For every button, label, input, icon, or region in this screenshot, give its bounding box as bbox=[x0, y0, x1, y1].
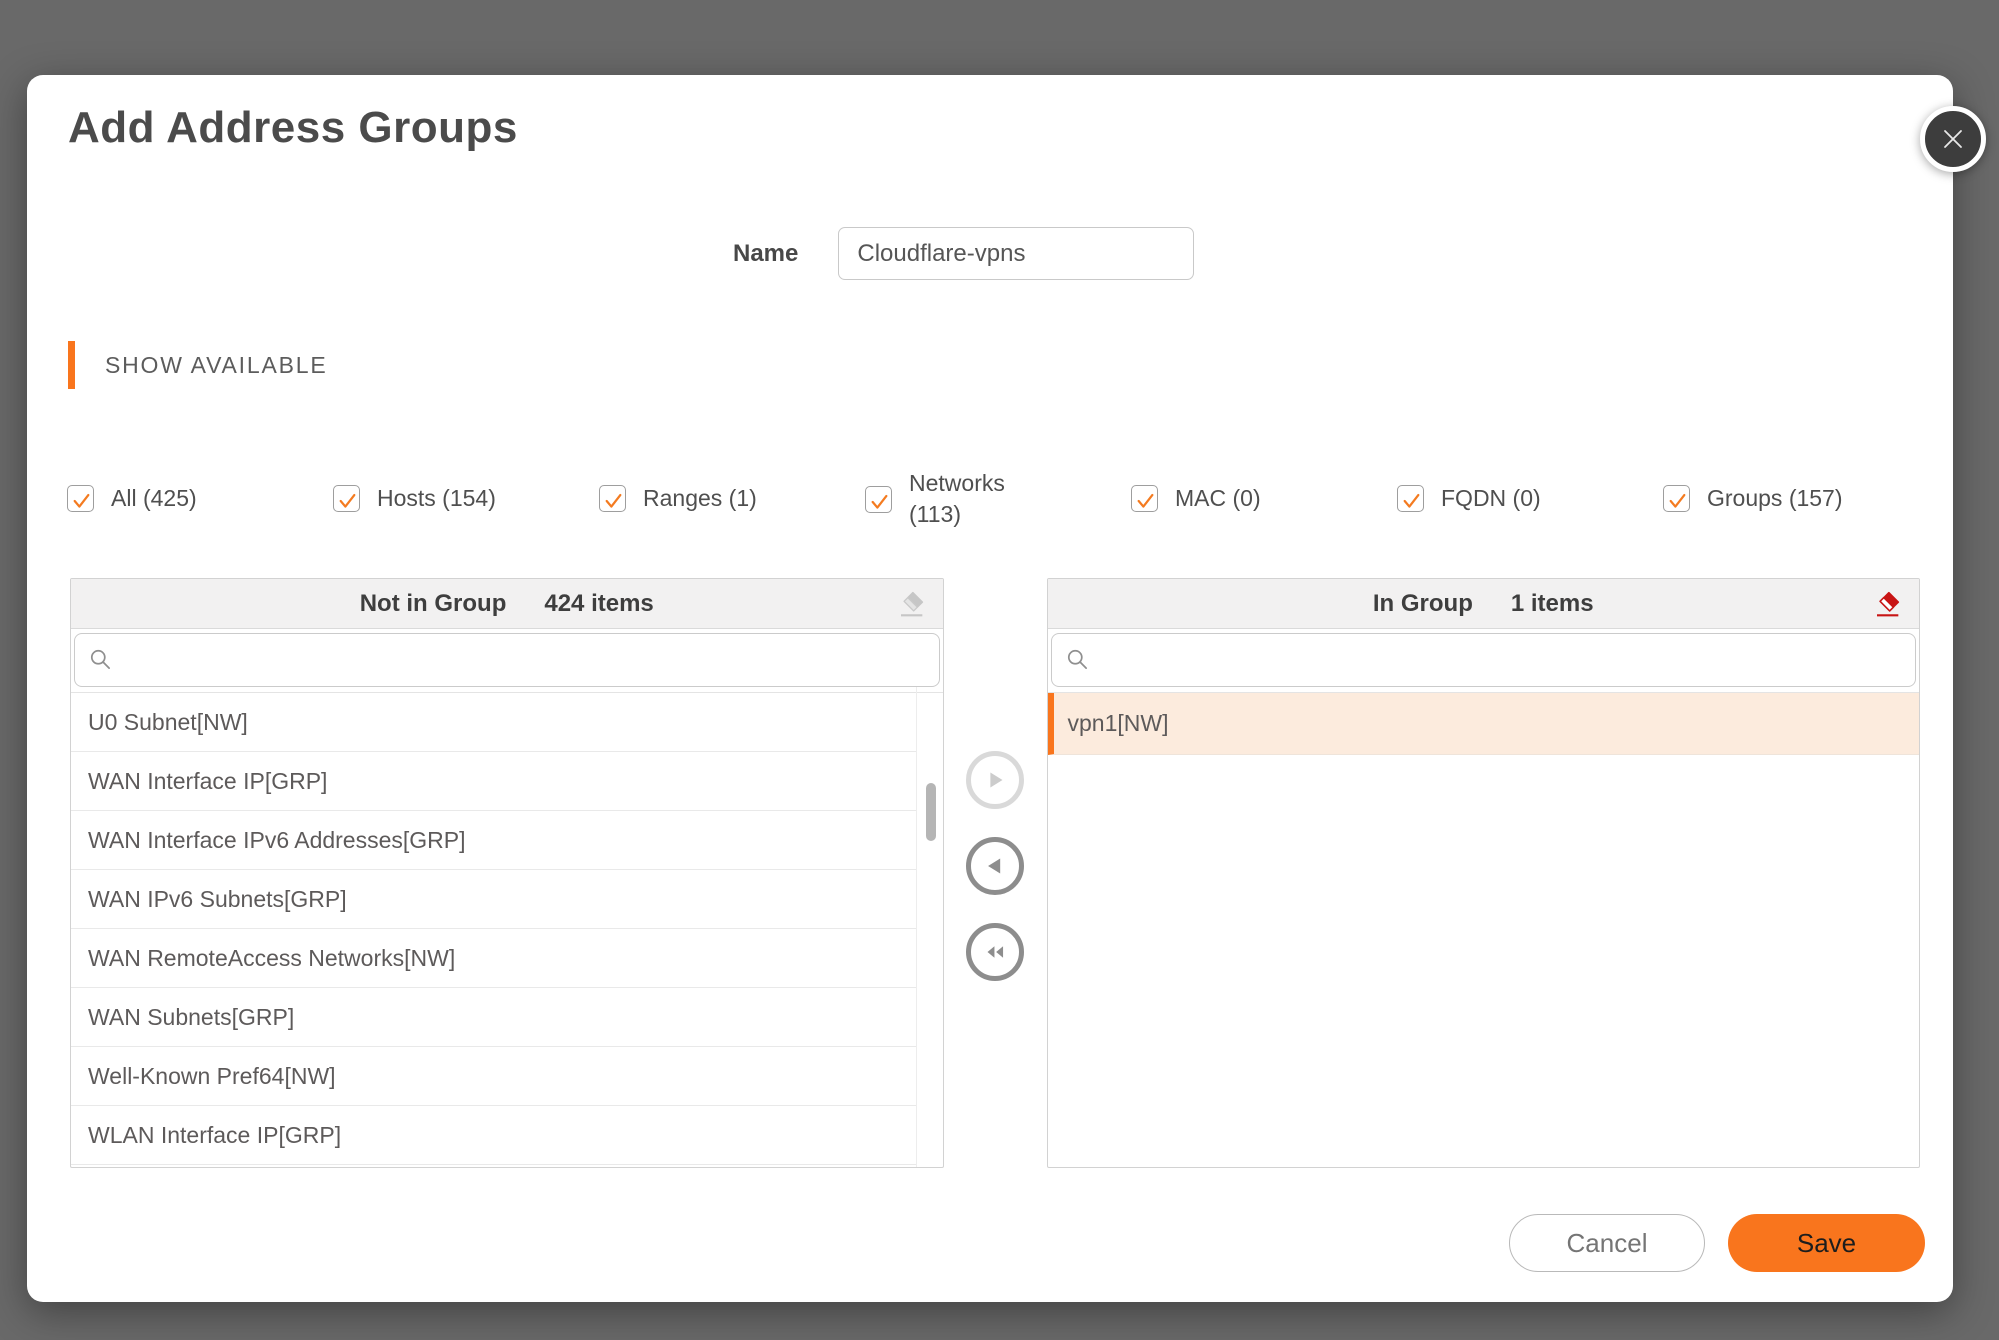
filter-label: FQDN (0) bbox=[1441, 483, 1541, 514]
panel-title: In Group bbox=[1373, 590, 1473, 618]
filter-fqdn[interactable]: FQDN (0) bbox=[1397, 483, 1663, 514]
scrollbar-thumb[interactable] bbox=[926, 783, 936, 841]
section-title: SHOW AVAILABLE bbox=[105, 352, 327, 379]
list-item[interactable]: WAN RemoteAccess Networks[NW] bbox=[71, 929, 917, 988]
list-item[interactable]: U0 Subnet[NW] bbox=[71, 693, 917, 752]
list-item[interactable]: WAN IPv6 Subnets[GRP] bbox=[71, 870, 917, 929]
close-button[interactable] bbox=[1920, 106, 1986, 172]
panel-title: Not in Group bbox=[360, 590, 507, 618]
filter-groups[interactable]: Groups (157) bbox=[1663, 483, 1929, 514]
name-label: Name bbox=[733, 240, 798, 268]
not-in-group-header: Not in Group 424 items bbox=[71, 579, 943, 629]
in-group-list-wrap: vpn1[NW] bbox=[1048, 687, 1920, 1167]
filter-label: MAC (0) bbox=[1175, 483, 1261, 514]
checkbox-icon[interactable] bbox=[599, 485, 626, 512]
filter-label: Ranges (1) bbox=[643, 483, 757, 514]
double-arrow-left-icon bbox=[980, 937, 1010, 967]
eraser-icon-red[interactable] bbox=[1871, 588, 1903, 620]
cancel-button[interactable]: Cancel bbox=[1509, 1214, 1705, 1272]
move-right-button[interactable] bbox=[966, 751, 1024, 809]
filter-label: Networks (113) bbox=[909, 468, 1005, 530]
arrow-left-icon bbox=[980, 851, 1010, 881]
arrow-right-icon bbox=[980, 765, 1010, 795]
not-in-group-search-input[interactable] bbox=[124, 647, 926, 674]
in-group-header: In Group 1 items bbox=[1048, 579, 1920, 629]
checkbox-icon[interactable] bbox=[865, 486, 892, 513]
list-item[interactable]: WAN Interface IPv6 Addresses[GRP] bbox=[71, 811, 917, 870]
filter-label: Groups (157) bbox=[1707, 483, 1843, 514]
list-item[interactable]: WAN Subnets[GRP] bbox=[71, 988, 917, 1047]
dialog-footer: Cancel Save bbox=[1509, 1214, 1925, 1272]
save-button[interactable]: Save bbox=[1728, 1214, 1925, 1272]
transfer-buttons bbox=[944, 578, 1047, 1168]
modal-backdrop: Add Address Groups Name SHOW AVAILABLE A… bbox=[0, 0, 1999, 1340]
name-input[interactable] bbox=[838, 227, 1194, 280]
checkbox-icon[interactable] bbox=[67, 485, 94, 512]
filter-hosts[interactable]: Hosts (154) bbox=[333, 483, 599, 514]
checkbox-icon[interactable] bbox=[333, 485, 360, 512]
dual-list-area: Not in Group 424 items bbox=[70, 578, 1920, 1168]
in-group-searchbox bbox=[1051, 633, 1917, 687]
scrollbar-track bbox=[916, 687, 917, 1167]
close-x-icon bbox=[1940, 126, 1966, 152]
not-in-group-list-wrap: U0 Subnet[NW]WAN Interface IP[GRP]WAN In… bbox=[71, 687, 943, 1167]
filter-networks[interactable]: Networks (113) bbox=[865, 468, 1131, 530]
checkbox-icon[interactable] bbox=[1131, 485, 1158, 512]
section-accent-bar bbox=[68, 341, 75, 389]
list-item[interactable]: Well-Known Pref64[NW] bbox=[71, 1047, 917, 1106]
not-in-group-searchbox bbox=[74, 633, 940, 687]
filter-label: All (425) bbox=[111, 483, 197, 514]
name-field-row: Name bbox=[733, 227, 1194, 280]
filter-row: All (425) Hosts (154) Ranges (1) Networks (… bbox=[67, 453, 1943, 545]
checkbox-icon[interactable] bbox=[1663, 485, 1690, 512]
list-item[interactable]: vpn1[NW] bbox=[1048, 693, 1920, 755]
show-available-section: SHOW AVAILABLE bbox=[68, 341, 327, 389]
filter-label: Hosts (154) bbox=[377, 483, 496, 514]
add-address-groups-dialog: Add Address Groups Name SHOW AVAILABLE A… bbox=[27, 75, 1953, 1302]
search-icon bbox=[1065, 647, 1091, 673]
list-item[interactable]: WAN Interface IP[GRP] bbox=[71, 752, 917, 811]
dialog-title: Add Address Groups bbox=[68, 103, 518, 153]
list-item[interactable]: WLAN Interface IP[GRP] bbox=[71, 1106, 917, 1165]
in-group-list: vpn1[NW] bbox=[1048, 693, 1920, 755]
panel-count: 1 items bbox=[1511, 590, 1594, 618]
checkbox-icon[interactable] bbox=[1397, 485, 1424, 512]
not-in-group-panel: Not in Group 424 items bbox=[70, 578, 944, 1168]
move-left-button[interactable] bbox=[966, 837, 1024, 895]
filter-mac[interactable]: MAC (0) bbox=[1131, 483, 1397, 514]
panel-count: 424 items bbox=[544, 590, 653, 618]
filter-all[interactable]: All (425) bbox=[67, 483, 333, 514]
move-all-left-button[interactable] bbox=[966, 923, 1024, 981]
in-group-panel: In Group 1 items bbox=[1047, 578, 1921, 1168]
in-group-search-input[interactable] bbox=[1101, 647, 1903, 674]
not-in-group-list: U0 Subnet[NW]WAN Interface IP[GRP]WAN In… bbox=[71, 693, 943, 1165]
filter-ranges[interactable]: Ranges (1) bbox=[599, 483, 865, 514]
search-icon bbox=[88, 647, 114, 673]
eraser-icon-disabled bbox=[895, 588, 927, 620]
